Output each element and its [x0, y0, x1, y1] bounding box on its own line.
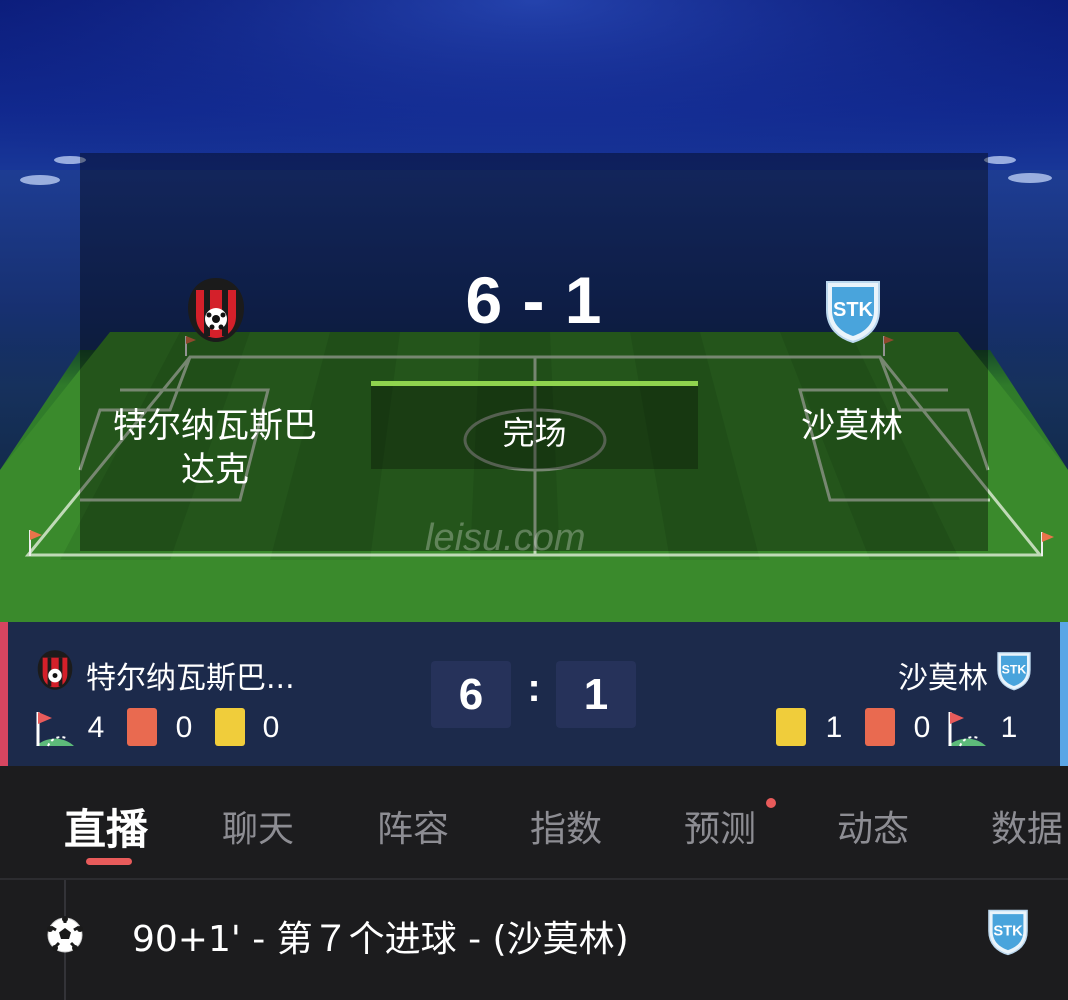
- away-yellow-cards: 1: [825, 711, 843, 744]
- score-panel: 特尔纳瓦斯巴... 沙莫林 STK 6 : 1 4 0 0 1 0 1: [0, 622, 1068, 766]
- home-yellow-cards: 0: [262, 711, 280, 744]
- score-separator: :: [527, 666, 541, 710]
- away-team-crest-event: STK: [988, 909, 1028, 956]
- away-score: 1: [556, 661, 636, 728]
- event-crest-text: STK: [993, 923, 1023, 939]
- active-tab-indicator: [86, 858, 132, 865]
- red-card-icon: [865, 708, 895, 746]
- home-red-cards: 0: [175, 711, 193, 744]
- away-team-name[interactable]: 沙莫林: [880, 653, 988, 697]
- away-accent-bar: [1060, 622, 1068, 766]
- match-status: 完场: [502, 414, 567, 452]
- home-team-name-line1: 特尔纳瓦斯巴: [113, 406, 317, 446]
- red-card-icon: [127, 708, 157, 746]
- home-corners: 4: [87, 711, 105, 744]
- home-team-name[interactable]: 特尔纳瓦斯巴...: [86, 653, 336, 697]
- tab-data[interactable]: 数据: [991, 800, 1063, 852]
- home-team-name-line2: 达克: [181, 450, 249, 490]
- soccer-ball-icon: [47, 916, 83, 953]
- match-detail-screen: STK 6 - 1 完场 特尔纳瓦斯巴 达克 沙莫林 leisu.com 特尔纳…: [0, 0, 1068, 1000]
- big-score: 6 - 1: [465, 263, 603, 337]
- tab-chat[interactable]: 聊天: [222, 800, 294, 852]
- event-row[interactable]: 90+1' - 第７个进球 - (沙莫林) STK: [0, 880, 1068, 1000]
- event-description: 90+1' - 第７个进球 - (沙莫林): [132, 919, 629, 960]
- away-team-crest-small: STK: [997, 652, 1031, 691]
- tab-prediction[interactable]: 预测: [684, 800, 756, 852]
- stadium-hero: STK 6 - 1 完场 特尔纳瓦斯巴 达克 沙莫林 leisu.com: [0, 0, 1068, 622]
- tab-odds[interactable]: 指数: [530, 800, 602, 852]
- home-accent-bar: [0, 622, 8, 766]
- away-team-name-big: 沙莫林: [801, 406, 903, 446]
- tab-news[interactable]: 动态: [837, 800, 909, 852]
- away-crest-text: STK: [833, 299, 874, 321]
- tab-lineup[interactable]: 阵容: [377, 800, 449, 852]
- corner-kick-icon: [948, 712, 986, 747]
- home-team-crest-small: [37, 650, 73, 690]
- corner-kick-icon: [36, 712, 74, 747]
- yellow-card-icon: [776, 708, 806, 746]
- yellow-card-icon: [215, 708, 245, 746]
- tab-live[interactable]: 直播: [64, 796, 148, 857]
- watermark: leisu.com: [425, 517, 586, 559]
- home-team-crest: [188, 278, 244, 342]
- away-red-cards: 0: [913, 711, 931, 744]
- status-progress-bar: [371, 381, 698, 386]
- home-score: 6: [431, 661, 511, 728]
- home-team-name-big: 特尔纳瓦斯巴 达克: [95, 404, 335, 492]
- away-corners: 1: [1000, 711, 1018, 744]
- tab-bar: 直播 聊天 阵容 指数 预测 动态 数据: [0, 766, 1068, 878]
- away-crest-text-small: STK: [1002, 663, 1027, 677]
- away-team-crest: STK: [826, 281, 880, 344]
- notification-dot: [766, 798, 776, 808]
